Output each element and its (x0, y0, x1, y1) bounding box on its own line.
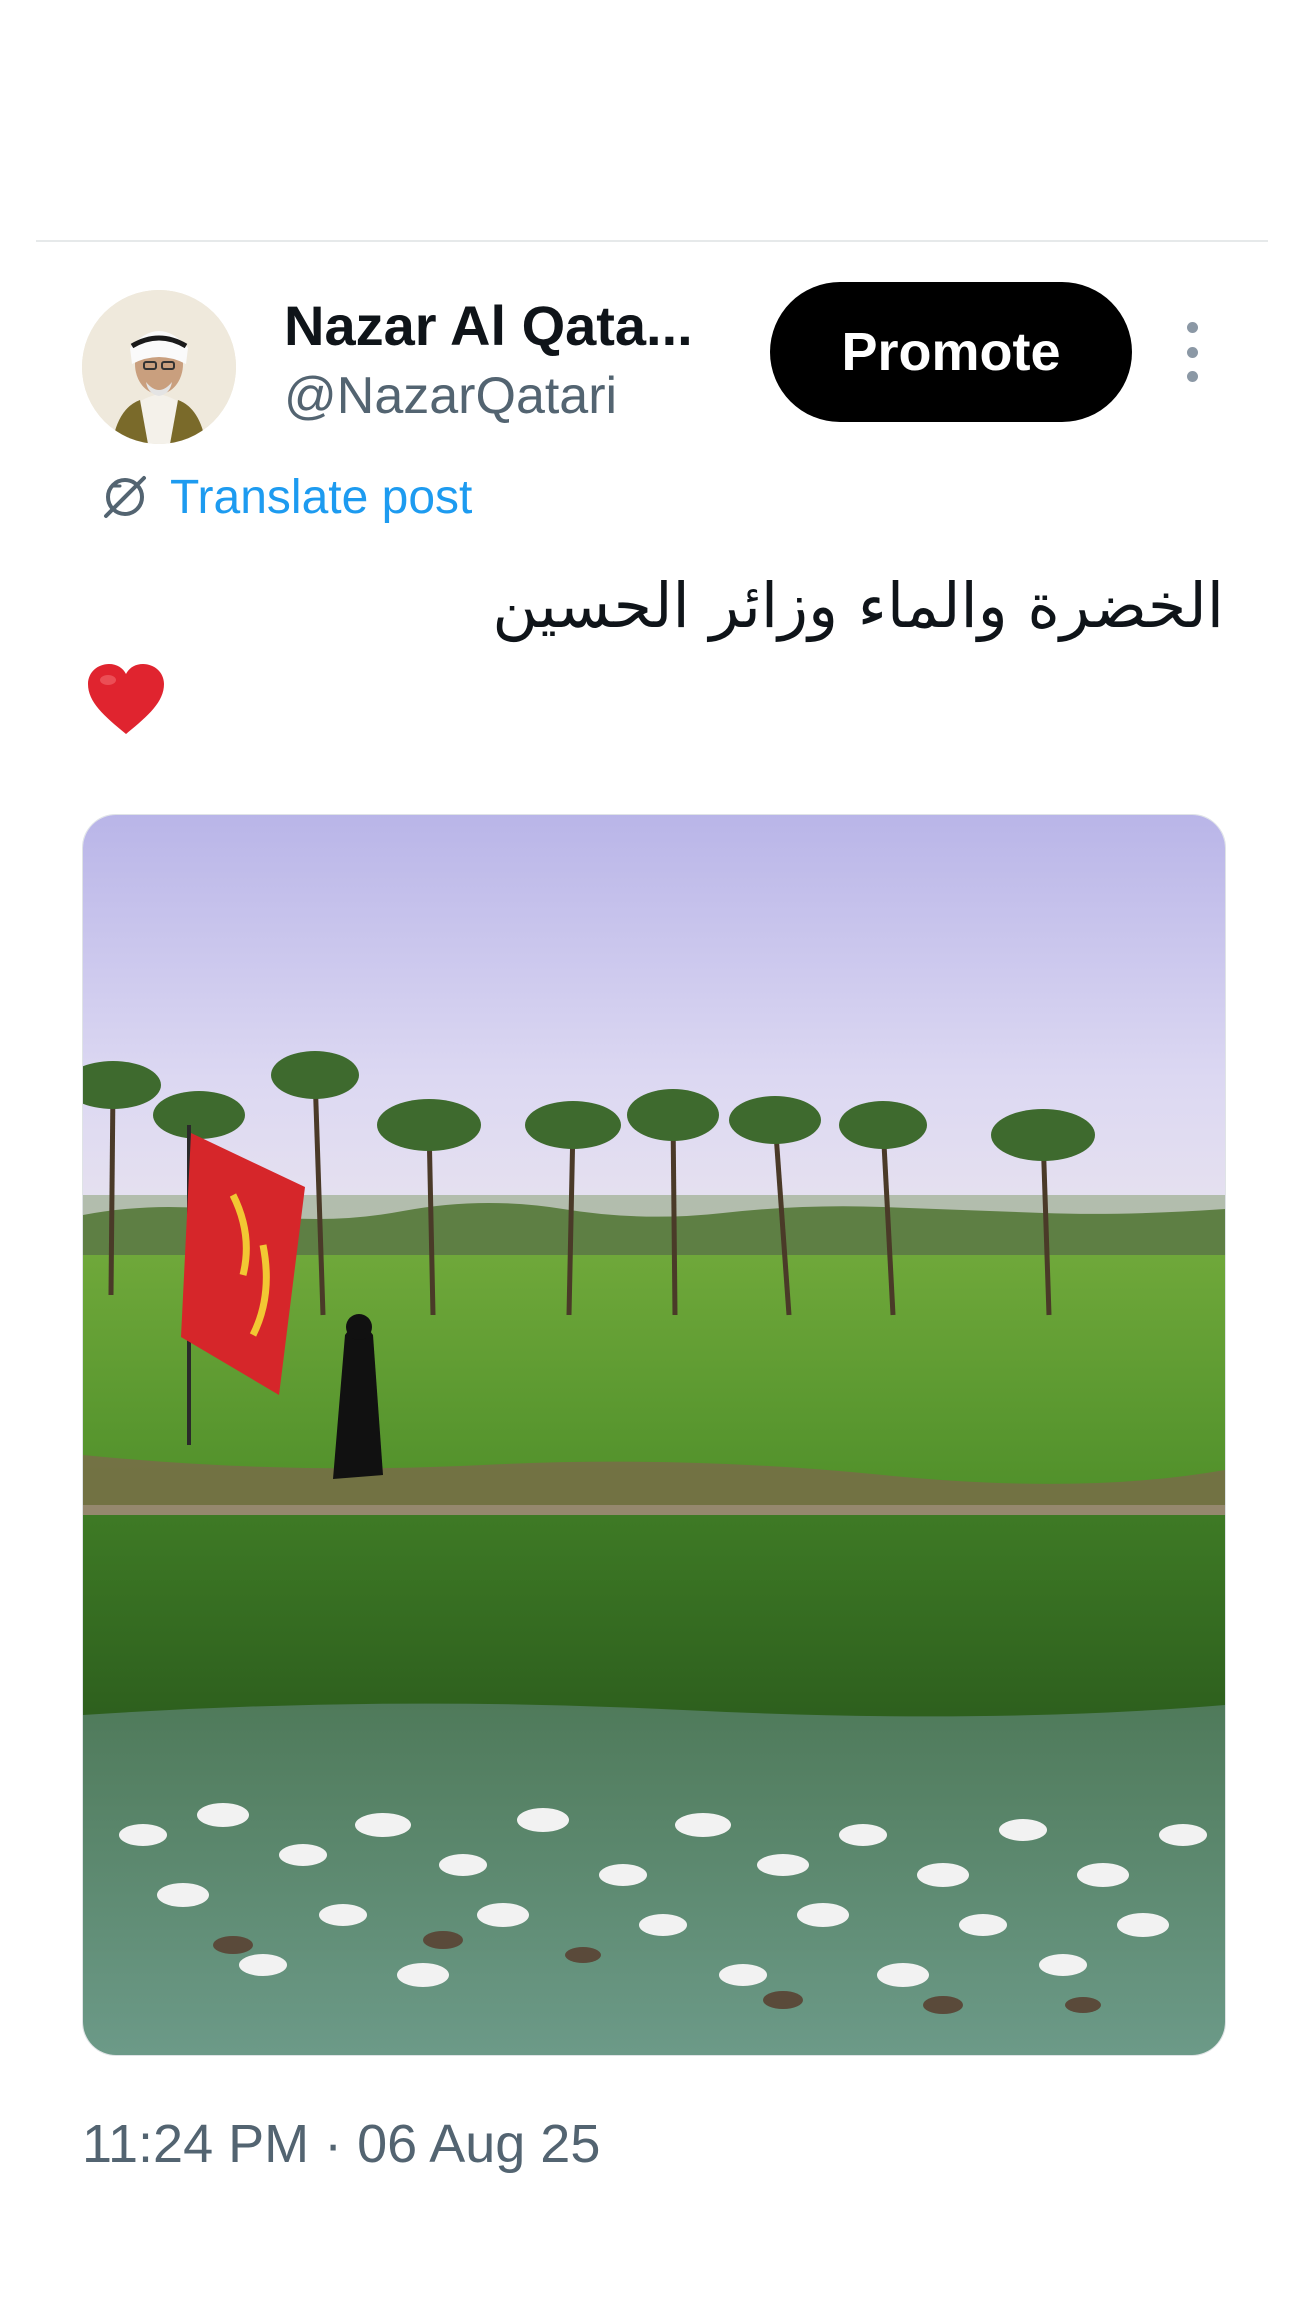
author-handle[interactable]: @NazarQatari (284, 364, 617, 428)
promote-button[interactable]: Promote (770, 282, 1132, 422)
post-text: الخضرة والماء وزائر الحسين (492, 569, 1224, 642)
post-photo (83, 815, 1225, 2055)
post-media-image[interactable] (82, 814, 1226, 2056)
translate-post-link[interactable]: Translate post (98, 466, 472, 528)
heart-emoji (88, 664, 164, 734)
top-divider (36, 240, 1268, 242)
avatar-image (82, 290, 236, 444)
vertical-ellipsis-icon[interactable] (1180, 322, 1204, 382)
author-display-name[interactable]: Nazar Al Qata... (284, 292, 693, 360)
translate-post-label: Translate post (170, 470, 473, 524)
post-timestamp[interactable]: 11:24 PM · 06 Aug 25 (82, 2112, 600, 2176)
author-avatar[interactable] (82, 290, 236, 444)
translate-globe-icon (104, 476, 146, 518)
